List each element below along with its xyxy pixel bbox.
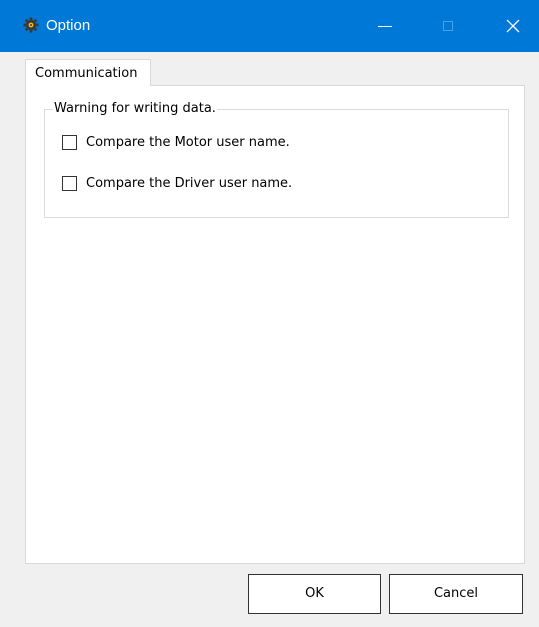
- tab-label: Communication: [35, 66, 138, 81]
- warning-groupbox: [44, 109, 509, 218]
- option-dialog: Option Communication Warning for writing…: [0, 0, 539, 627]
- tab-communication[interactable]: Communication: [25, 59, 151, 86]
- minimize-icon: [378, 26, 392, 27]
- close-icon: [506, 19, 520, 33]
- groupbox-legend: Warning for writing data.: [53, 101, 217, 117]
- cancel-button[interactable]: Cancel: [389, 574, 523, 614]
- title-bar[interactable]: Option: [0, 0, 539, 52]
- close-button[interactable]: [490, 0, 536, 52]
- ok-button[interactable]: OK: [248, 574, 381, 614]
- checkbox-label[interactable]: Compare the Driver user name.: [86, 176, 292, 192]
- compare-driver-user-name-checkbox[interactable]: [62, 176, 77, 191]
- compare-motor-user-name-checkbox[interactable]: [62, 135, 77, 150]
- window-title: Option: [46, 17, 91, 34]
- minimize-button[interactable]: [362, 0, 408, 52]
- checkbox-label[interactable]: Compare the Motor user name.: [86, 135, 290, 151]
- maximize-button[interactable]: [425, 0, 471, 52]
- gear-icon: [23, 17, 39, 33]
- maximize-icon: [443, 21, 453, 31]
